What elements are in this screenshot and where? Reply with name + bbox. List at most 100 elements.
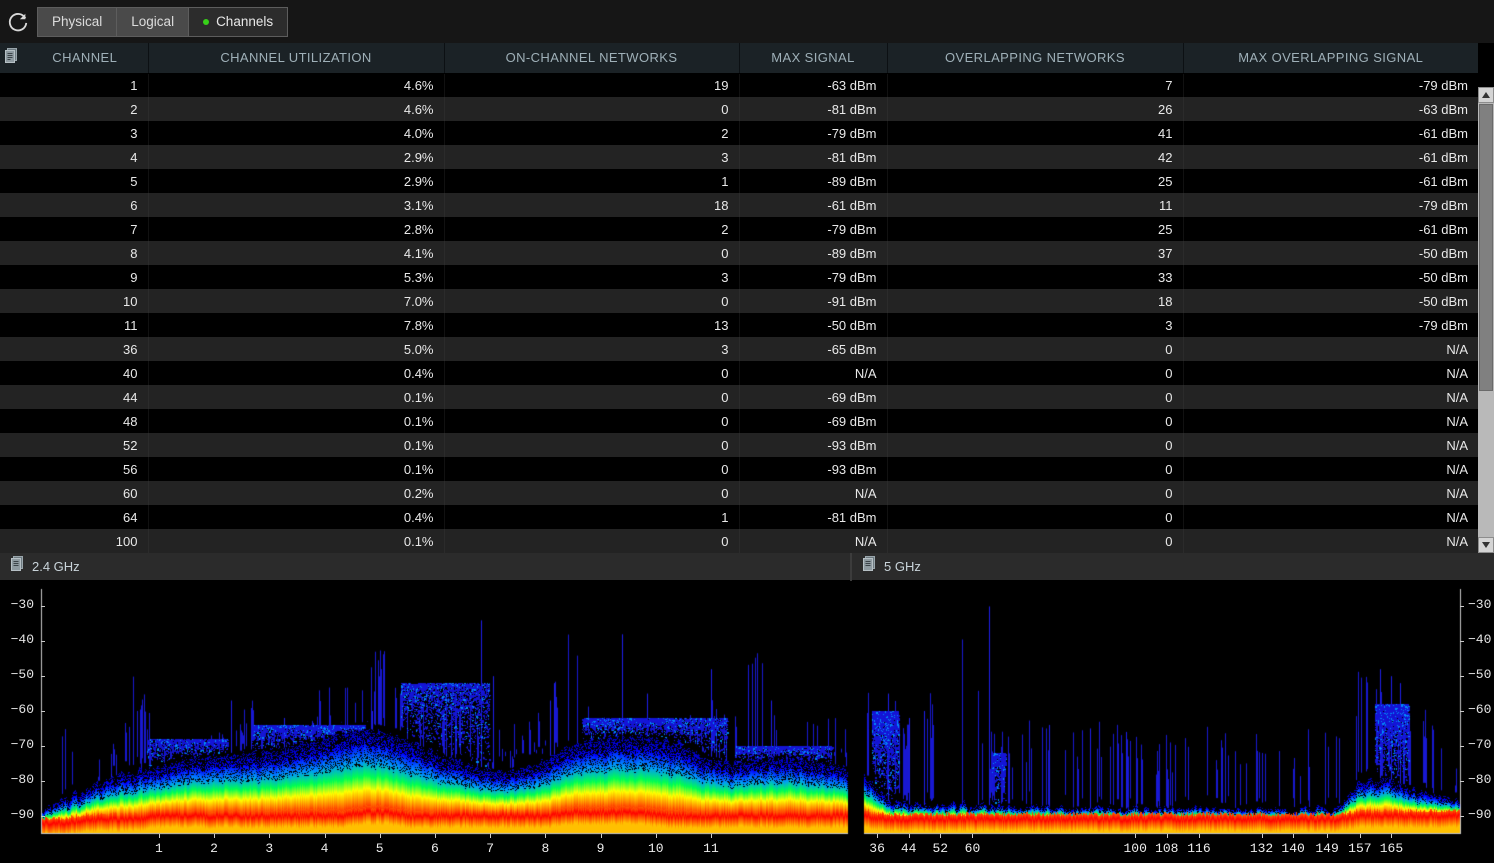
cell-utilization: 0.4% xyxy=(148,361,445,385)
table-row[interactable]: 52 0.1% 0 -93 dBm 0 N/A xyxy=(0,433,1478,457)
y-axis-tick xyxy=(1460,780,1464,782)
refresh-icon[interactable] xyxy=(3,7,33,37)
triangle-up-icon xyxy=(1482,92,1490,98)
y-axis-tick xyxy=(41,780,45,782)
cell-max_signal: N/A xyxy=(739,361,888,385)
table-row[interactable]: 6 3.1% 18 -61 dBm 11 -79 dBm xyxy=(0,193,1478,217)
x-axis-tick-label: 5 xyxy=(375,841,384,856)
cell-utilization: 4.6% xyxy=(148,73,445,97)
x-axis-tick xyxy=(1135,834,1137,838)
top-toolbar: Physical Logical Channels xyxy=(0,0,1494,43)
table-row[interactable]: 64 0.4% 1 -81 dBm 0 N/A xyxy=(0,505,1478,529)
x-axis-tick xyxy=(545,834,547,838)
y-axis-tick-label: −50 xyxy=(1468,667,1492,683)
tab-channels[interactable]: Channels xyxy=(189,7,288,36)
cell-max_overlap: -79 dBm xyxy=(1183,313,1478,337)
cell-overlapping: 7 xyxy=(887,73,1184,97)
table-row[interactable]: 11 7.8% 13 -50 dBm 3 -79 dBm xyxy=(0,313,1478,337)
cell-channel: 52 xyxy=(22,433,149,457)
cell-channel: 1 xyxy=(22,73,149,97)
cell-utilization: 0.1% xyxy=(148,457,445,481)
chart-header-2-4ghz: 2.4 GHz xyxy=(0,553,850,581)
table-row[interactable]: 40 0.4% 0 N/A 0 N/A xyxy=(0,361,1478,385)
cell-on_channel: 3 xyxy=(444,337,740,361)
table-row[interactable]: 5 2.9% 1 -89 dBm 25 -61 dBm xyxy=(0,169,1478,193)
cell-channel: 56 xyxy=(22,457,149,481)
cell-overlapping: 33 xyxy=(887,265,1184,289)
table-row[interactable]: 36 5.0% 3 -65 dBm 0 N/A xyxy=(0,337,1478,361)
x-axis-tick-label: 7 xyxy=(486,841,495,856)
documents-icon[interactable] xyxy=(4,48,18,67)
table-row[interactable]: 44 0.1% 0 -69 dBm 0 N/A xyxy=(0,385,1478,409)
cell-max_overlap: N/A xyxy=(1183,385,1478,409)
table-row[interactable]: 2 4.6% 0 -81 dBm 26 -63 dBm xyxy=(0,97,1478,121)
spectrum-plot-2-4ghz[interactable]: −30 −40 −50 −60 −70 −80 −90 1 2 3 4 5 6 7 8 9 10 11 xyxy=(0,581,852,863)
cell-max_signal: -65 dBm xyxy=(739,337,888,361)
table-row[interactable]: 4 2.9% 3 -81 dBm 42 -61 dBm xyxy=(0,145,1478,169)
cell-channel: 2 xyxy=(22,97,149,121)
x-axis-tick xyxy=(655,834,657,838)
table-row[interactable]: 3 4.0% 2 -79 dBm 41 -61 dBm xyxy=(0,121,1478,145)
spectrum-plot-5ghz[interactable]: −30 −40 −50 −60 −70 −80 −90 36 44 52 60 100 108 116 13… xyxy=(852,581,1494,863)
cell-on_channel: 0 xyxy=(444,241,740,265)
column-picker-cell[interactable] xyxy=(0,43,22,74)
chart-title-2-4ghz: 2.4 GHz xyxy=(32,559,80,574)
table-row[interactable]: 8 4.1% 0 -89 dBm 37 -50 dBm xyxy=(0,241,1478,265)
documents-icon xyxy=(10,556,24,577)
column-header-overlapping-networks[interactable]: OVERLAPPING NETWORKS xyxy=(887,43,1184,74)
row-spacer-cell xyxy=(0,289,22,313)
cell-max_signal: -63 dBm xyxy=(739,73,888,97)
y-axis-tick-label: −90 xyxy=(1468,806,1492,822)
y-axis-tick xyxy=(41,641,45,643)
cell-max_signal: -79 dBm xyxy=(739,217,888,241)
table-row[interactable]: 9 5.3% 3 -79 dBm 33 -50 dBm xyxy=(0,265,1478,289)
column-header-max-signal[interactable]: MAX SIGNAL xyxy=(739,43,888,74)
row-spacer-cell xyxy=(0,313,22,337)
column-header-channel[interactable]: CHANNEL xyxy=(22,43,149,74)
table-row[interactable]: 7 2.8% 2 -79 dBm 25 -61 dBm xyxy=(0,217,1478,241)
table-row[interactable]: 60 0.2% 0 N/A 0 N/A xyxy=(0,481,1478,505)
scrollbar-thumb[interactable] xyxy=(1479,104,1493,391)
table-row[interactable]: 100 0.1% 0 N/A 0 N/A xyxy=(0,529,1478,553)
table-row[interactable]: 10 7.0% 0 -91 dBm 18 -50 dBm xyxy=(0,289,1478,313)
column-header-max-overlapping-signal[interactable]: MAX OVERLAPPING SIGNAL xyxy=(1183,43,1478,74)
tab-logical[interactable]: Logical xyxy=(117,7,190,36)
column-header-channel-utilization[interactable]: CHANNEL UTILIZATION xyxy=(148,43,445,74)
tab-physical[interactable]: Physical xyxy=(38,7,118,36)
chart-title-5ghz: 5 GHz xyxy=(884,559,921,574)
scroll-down-button[interactable] xyxy=(1478,537,1494,553)
y-axis-tick xyxy=(41,711,45,712)
cell-on_channel: 0 xyxy=(444,481,740,505)
cell-on_channel: 19 xyxy=(444,73,740,97)
cell-channel: 3 xyxy=(22,121,149,145)
x-axis-tick-label: 9 xyxy=(596,841,605,856)
scroll-up-button[interactable] xyxy=(1478,87,1494,103)
cell-on_channel: 0 xyxy=(444,361,740,385)
column-header-on-channel-networks[interactable]: ON-CHANNEL NETWORKS xyxy=(444,43,740,74)
cell-utilization: 2.9% xyxy=(148,169,445,193)
table-row[interactable]: 48 0.1% 0 -69 dBm 0 N/A xyxy=(0,409,1478,433)
row-spacer-cell xyxy=(0,361,22,385)
table-row[interactable]: 1 4.6% 19 -63 dBm 7 -79 dBm xyxy=(0,73,1478,97)
x-axis-tick xyxy=(1359,834,1361,838)
row-spacer-cell xyxy=(0,145,22,169)
x-axis-tick xyxy=(269,834,271,838)
cell-max_overlap: N/A xyxy=(1183,409,1478,433)
cell-on_channel: 3 xyxy=(444,265,740,289)
table-header-row: CHANNEL CHANNEL UTILIZATION ON-CHANNEL N… xyxy=(0,43,1478,74)
cell-max_overlap: N/A xyxy=(1183,361,1478,385)
y-axis-tick xyxy=(1460,676,1464,678)
x-axis-tick xyxy=(1327,834,1329,838)
cell-max_overlap: -61 dBm xyxy=(1183,145,1478,169)
x-axis-tick-label: 8 xyxy=(541,841,550,856)
cell-overlapping: 0 xyxy=(887,385,1184,409)
x-axis-tick-label: 108 xyxy=(1155,841,1179,856)
table-row[interactable]: 56 0.1% 0 -93 dBm 0 N/A xyxy=(0,457,1478,481)
table-scrollbar[interactable] xyxy=(1478,87,1494,553)
row-spacer-cell xyxy=(0,265,22,289)
cell-on_channel: 0 xyxy=(444,529,740,553)
cell-max_overlap: -50 dBm xyxy=(1183,265,1478,289)
cell-utilization: 0.1% xyxy=(148,409,445,433)
cell-utilization: 5.3% xyxy=(148,265,445,289)
x-axis-tick xyxy=(324,834,326,838)
